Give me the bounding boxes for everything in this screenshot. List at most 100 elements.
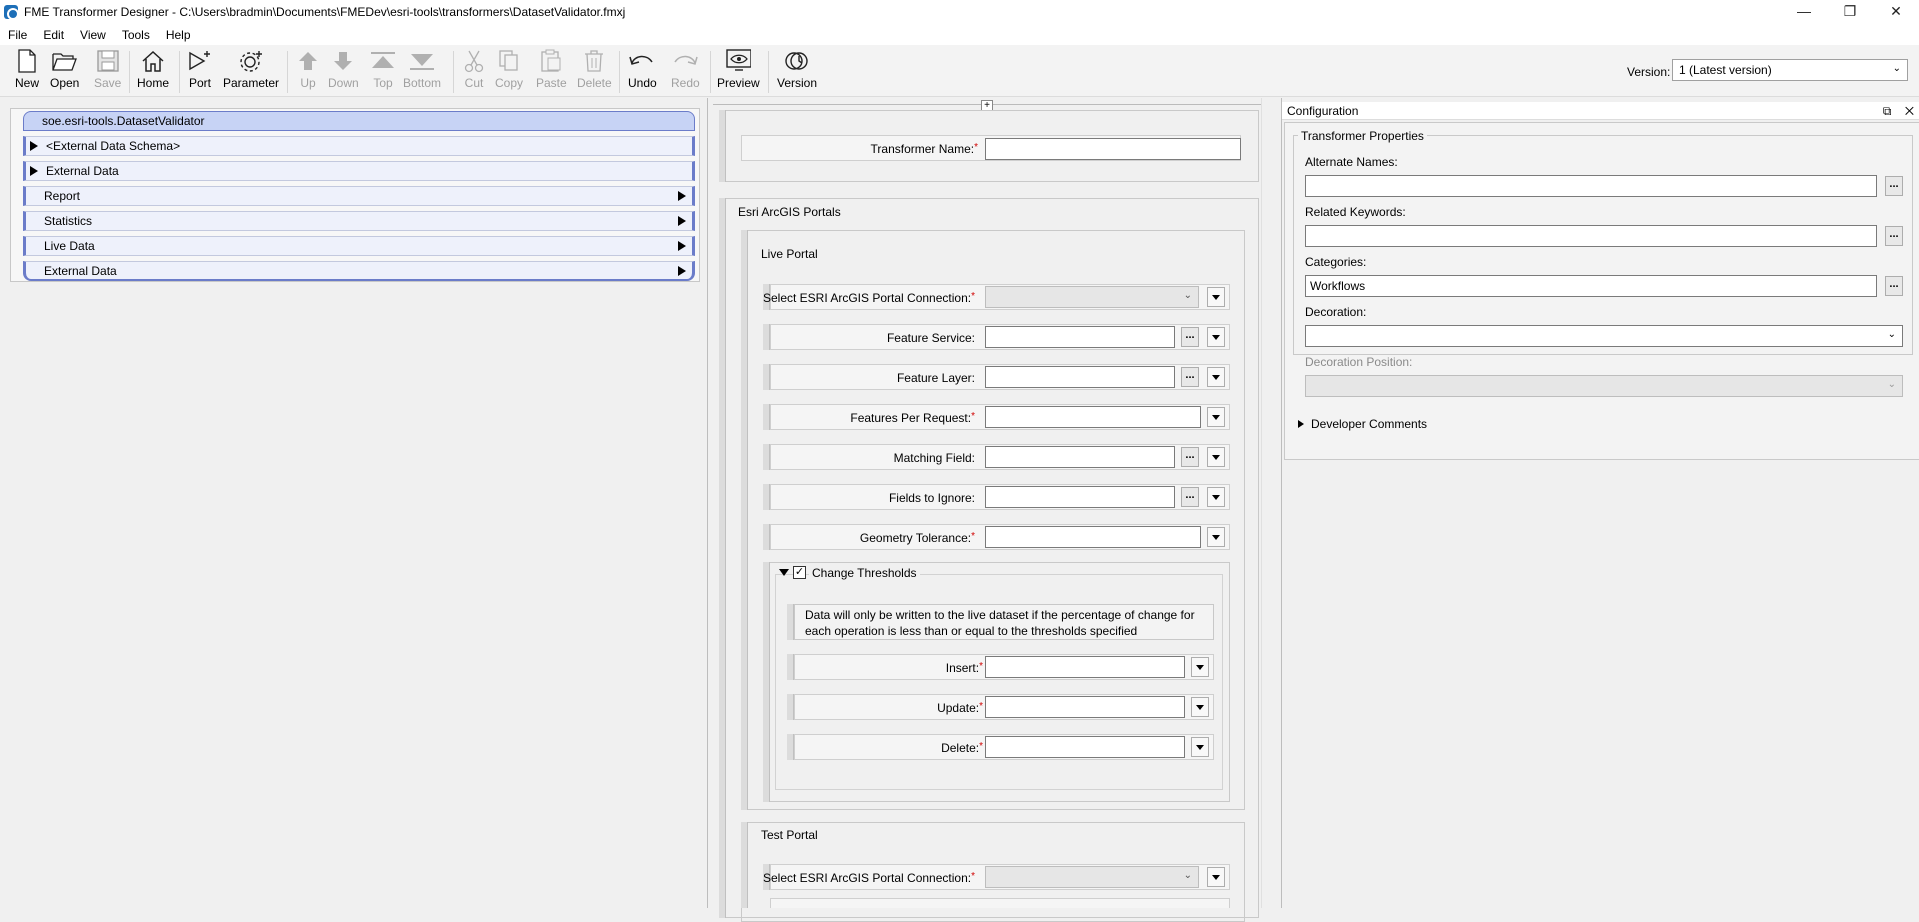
preview-button[interactable]: Preview xyxy=(717,48,760,96)
form-scrollbar[interactable] xyxy=(1261,98,1278,908)
save-button[interactable]: Save xyxy=(94,48,121,96)
copy-button[interactable]: Copy xyxy=(495,48,523,96)
top-button[interactable]: Top xyxy=(370,48,396,96)
parameter-button[interactable]: Parameter xyxy=(223,48,279,96)
related-keywords-browse-button[interactable]: ... xyxy=(1885,226,1903,246)
menu-view[interactable]: View xyxy=(72,28,114,42)
test-connection-select[interactable]: ⌄ xyxy=(985,866,1199,888)
drag-handle[interactable] xyxy=(719,110,726,182)
drag-handle[interactable] xyxy=(763,404,770,430)
expand-arrow-icon[interactable] xyxy=(1298,420,1304,428)
drag-handle[interactable] xyxy=(741,230,748,810)
drag-handle[interactable] xyxy=(763,484,770,510)
geometry-tolerance-menu-button[interactable] xyxy=(1207,527,1225,547)
developer-comments-toggle[interactable]: Developer Comments xyxy=(1311,417,1427,431)
drag-handle[interactable] xyxy=(787,604,794,640)
save-disk-icon xyxy=(95,48,121,74)
port-button[interactable]: Port xyxy=(187,48,213,96)
delete-threshold-input[interactable] xyxy=(985,736,1185,758)
open-button[interactable]: Open xyxy=(50,48,79,96)
fields-to-ignore-input[interactable] xyxy=(985,486,1175,508)
live-connection-menu-button[interactable] xyxy=(1207,287,1225,307)
maximize-button[interactable]: ❐ xyxy=(1827,0,1873,22)
toolbar-separator xyxy=(768,51,769,93)
decoration-position-select[interactable]: ⌄ xyxy=(1305,375,1903,397)
bottom-button[interactable]: Bottom xyxy=(403,48,441,96)
home-button[interactable]: Home xyxy=(137,48,169,96)
delete-button[interactable]: Delete xyxy=(577,48,612,96)
categories-browse-button[interactable]: ... xyxy=(1885,276,1903,296)
test-connection-menu-button[interactable] xyxy=(1207,867,1225,887)
chevron-down-icon: ⌄ xyxy=(1887,379,1896,390)
expand-arrow-icon[interactable] xyxy=(30,141,38,151)
fields-to-ignore-menu-button[interactable] xyxy=(1207,487,1225,507)
drag-handle[interactable] xyxy=(787,694,794,720)
transformer-name-input[interactable] xyxy=(985,138,1241,160)
drag-handle[interactable] xyxy=(763,364,770,390)
tree-item-report[interactable]: Report xyxy=(23,186,695,206)
drag-handle[interactable] xyxy=(719,198,726,918)
related-keywords-input[interactable] xyxy=(1305,225,1877,247)
live-connection-select[interactable]: ⌄ xyxy=(985,286,1199,308)
insert-threshold-input[interactable] xyxy=(985,656,1185,678)
change-thresholds-checkbox[interactable]: ✓ xyxy=(793,566,806,579)
feature-layer-browse-button[interactable]: ... xyxy=(1181,367,1199,387)
drag-handle[interactable] xyxy=(763,444,770,470)
drag-handle[interactable] xyxy=(787,734,794,760)
update-threshold-input[interactable] xyxy=(985,696,1185,718)
alternate-names-input[interactable] xyxy=(1305,175,1877,197)
version-button[interactable]: Version xyxy=(777,48,817,96)
alternate-names-browse-button[interactable]: ... xyxy=(1885,176,1903,196)
drag-handle[interactable] xyxy=(763,524,770,550)
features-per-request-input[interactable] xyxy=(985,406,1201,428)
minimize-button[interactable]: — xyxy=(1781,0,1827,22)
menu-help[interactable]: Help xyxy=(158,28,199,42)
undo-button[interactable]: Undo xyxy=(628,48,657,96)
up-button[interactable]: Up xyxy=(295,48,321,96)
float-panel-icon[interactable]: ⧉ xyxy=(1883,104,1892,118)
feature-service-browse-button[interactable]: ... xyxy=(1181,327,1199,347)
close-panel-icon[interactable]: ✕ xyxy=(1905,104,1914,118)
menu-tools[interactable]: Tools xyxy=(114,28,158,42)
new-button[interactable]: New xyxy=(14,48,40,96)
feature-layer-input[interactable] xyxy=(985,366,1175,388)
matching-field-browse-button[interactable]: ... xyxy=(1181,447,1199,467)
tree-item-statistics[interactable]: Statistics xyxy=(23,211,695,231)
close-window-button[interactable]: ✕ xyxy=(1873,0,1919,22)
version-select[interactable]: 1 (Latest version) ⌄ xyxy=(1672,59,1908,81)
decoration-select[interactable]: ⌄ xyxy=(1305,325,1903,347)
update-threshold-menu-button[interactable] xyxy=(1191,697,1209,717)
feature-service-menu-button[interactable] xyxy=(1207,327,1225,347)
down-button[interactable]: Down xyxy=(328,48,359,96)
feature-service-input[interactable] xyxy=(985,326,1175,348)
transformer-tree: soe.esri-tools.DatasetValidator <Externa… xyxy=(10,108,700,282)
matching-field-menu-button[interactable] xyxy=(1207,447,1225,467)
features-per-request-menu-button[interactable] xyxy=(1207,407,1225,427)
drag-handle[interactable] xyxy=(741,822,748,908)
tree-item-external-data[interactable]: External Data xyxy=(23,161,695,181)
fields-to-ignore-browse-button[interactable]: ... xyxy=(1181,487,1199,507)
drag-handle[interactable] xyxy=(787,654,794,680)
expand-arrow-icon[interactable] xyxy=(30,166,38,176)
drag-handle[interactable] xyxy=(763,324,770,350)
cut-button[interactable]: Cut xyxy=(461,48,487,96)
collapse-arrow-icon[interactable] xyxy=(779,569,789,576)
window-controls: — ❐ ✕ xyxy=(1781,0,1919,22)
feature-layer-menu-button[interactable] xyxy=(1207,367,1225,387)
geometry-tolerance-input[interactable] xyxy=(985,526,1201,548)
paste-button[interactable]: Paste xyxy=(536,48,567,96)
tree-item-external-data-output[interactable]: External Data xyxy=(23,261,695,281)
menu-edit[interactable]: Edit xyxy=(35,28,72,42)
delete-threshold-menu-button[interactable] xyxy=(1191,737,1209,757)
redo-button[interactable]: Redo xyxy=(671,48,700,96)
drag-handle[interactable] xyxy=(763,562,770,802)
tree-item-live-data[interactable]: Live Data xyxy=(23,236,695,256)
insert-threshold-menu-button[interactable] xyxy=(1191,657,1209,677)
tree-root[interactable]: soe.esri-tools.DatasetValidator xyxy=(23,111,695,131)
features-per-request-label: Features Per Request: xyxy=(850,411,972,425)
version-history-icon xyxy=(784,48,810,74)
categories-input[interactable]: Workflows xyxy=(1305,275,1877,297)
matching-field-input[interactable] xyxy=(985,446,1175,468)
tree-item-external-data-schema[interactable]: <External Data Schema> xyxy=(23,136,695,156)
menu-file[interactable]: File xyxy=(0,28,35,42)
